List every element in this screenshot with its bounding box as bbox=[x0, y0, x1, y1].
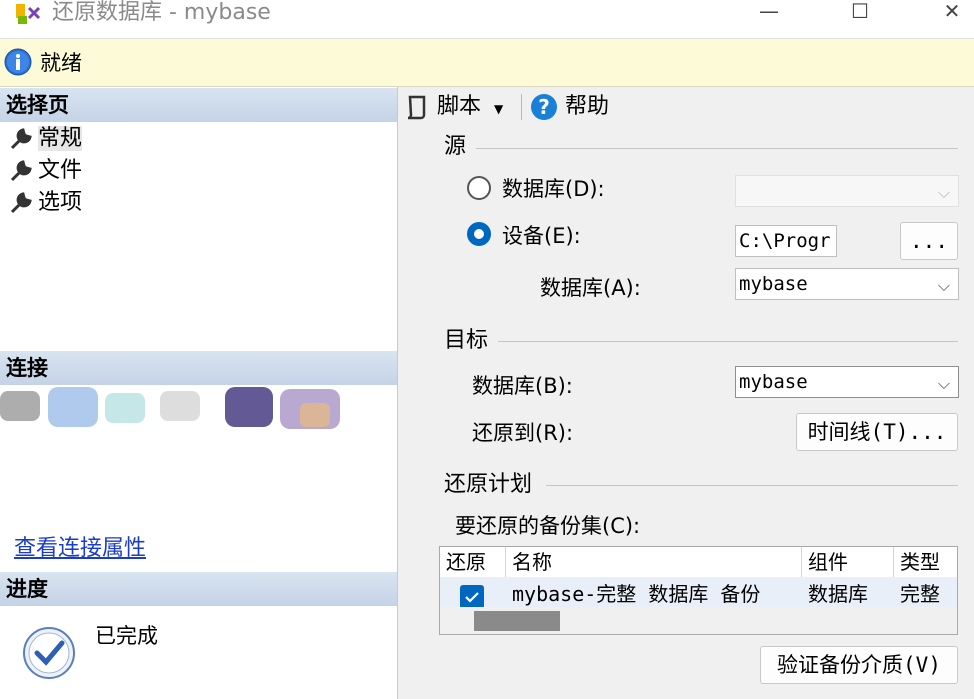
wrench-icon bbox=[10, 160, 32, 182]
chevron-down-icon: ⌵ bbox=[937, 276, 950, 295]
database-radio-label: 数据库(D): bbox=[502, 177, 605, 201]
device-path-field[interactable]: C:\Progr bbox=[735, 225, 837, 257]
backup-set-name: mybase-完整 数据库 备份 bbox=[512, 582, 761, 606]
backup-set-component: 数据库 bbox=[808, 582, 868, 606]
backup-set-type: 完整 bbox=[900, 582, 940, 606]
source-database-combo: ⌵ bbox=[735, 175, 959, 207]
source-group-title: 源 bbox=[444, 134, 467, 159]
connection-header: 连接 bbox=[0, 351, 397, 385]
backup-sets-grid[interactable]: 还原 名称 组件 类型 mybase-完整 数据库 备份 数据库 完整 bbox=[439, 546, 958, 635]
status-bar bbox=[0, 39, 974, 87]
check-circle-icon bbox=[23, 627, 75, 679]
column-header-restore[interactable]: 还原 bbox=[440, 547, 506, 577]
progress-header: 进度 bbox=[0, 572, 397, 606]
device-radio[interactable] bbox=[467, 222, 491, 246]
restore-plan-group-title: 还原计划 bbox=[444, 472, 533, 497]
status-text: 就绪 bbox=[40, 51, 82, 75]
help-icon: ? bbox=[531, 94, 557, 120]
connection-info-redacted bbox=[0, 387, 340, 429]
info-icon bbox=[4, 48, 32, 76]
scrollbar-thumb[interactable] bbox=[474, 611, 560, 631]
timeline-button[interactable]: 时间线(T)... bbox=[796, 413, 958, 451]
source-database-select[interactable]: mybase ⌵ bbox=[735, 268, 959, 300]
app-icon bbox=[16, 4, 41, 24]
page-item-label: 文件 bbox=[38, 158, 83, 183]
browse-button[interactable]: ... bbox=[900, 222, 958, 260]
restore-to-label: 还原到(R): bbox=[472, 421, 574, 445]
page-item-label: 常规 bbox=[38, 126, 83, 151]
close-button[interactable]: ✕ bbox=[929, 0, 974, 26]
restore-checkbox[interactable] bbox=[460, 585, 484, 609]
target-database-label: 数据库(B): bbox=[472, 374, 573, 398]
chevron-down-icon: ⌵ bbox=[937, 183, 950, 202]
device-radio-label: 设备(E): bbox=[502, 224, 581, 248]
progress-status: 已完成 bbox=[95, 624, 158, 648]
maximize-button[interactable]: ☐ bbox=[837, 0, 883, 26]
database-radio[interactable] bbox=[467, 176, 491, 200]
select-page-header: 选择页 bbox=[0, 88, 397, 122]
backup-sets-label: 要还原的备份集(C): bbox=[455, 514, 641, 538]
script-button[interactable]: 脚本 ▼ bbox=[404, 92, 524, 122]
script-label: 脚本 bbox=[437, 94, 482, 119]
source-database-label: 数据库(A): bbox=[540, 276, 641, 300]
script-icon bbox=[407, 95, 426, 120]
view-connection-properties-link[interactable]: 查看连接属性 bbox=[14, 530, 146, 562]
group-divider bbox=[498, 341, 958, 342]
column-header-component[interactable]: 组件 bbox=[802, 547, 894, 577]
chevron-down-icon: ⌵ bbox=[937, 374, 950, 393]
page-item-options[interactable]: 选项 bbox=[8, 188, 82, 218]
group-divider bbox=[476, 148, 958, 149]
group-divider bbox=[546, 485, 958, 486]
chevron-down-icon: ▼ bbox=[494, 102, 504, 116]
target-group-title: 目标 bbox=[444, 328, 489, 353]
verify-backup-media-button[interactable]: 验证备份介质(V) bbox=[760, 646, 958, 684]
target-database-value: mybase bbox=[739, 371, 808, 393]
column-header-type[interactable]: 类型 bbox=[894, 547, 957, 577]
checkmark-icon bbox=[465, 592, 479, 603]
source-database-value: mybase bbox=[739, 273, 808, 295]
help-label: 帮助 bbox=[565, 94, 610, 119]
column-header-name[interactable]: 名称 bbox=[506, 547, 802, 577]
window-title: 还原数据库 - mybase bbox=[52, 0, 271, 25]
wrench-icon bbox=[10, 192, 32, 214]
target-database-select[interactable]: mybase ⌵ bbox=[735, 366, 959, 398]
minimize-button[interactable]: — bbox=[746, 0, 792, 26]
toolbar-separator bbox=[521, 94, 522, 120]
wrench-icon bbox=[10, 128, 32, 150]
page-item-label: 选项 bbox=[38, 190, 83, 215]
svg-text:?: ? bbox=[538, 95, 550, 119]
page-item-general[interactable]: 常规 bbox=[8, 124, 83, 154]
help-button[interactable]: ? 帮助 bbox=[530, 92, 630, 122]
page-item-files[interactable]: 文件 bbox=[8, 156, 82, 186]
